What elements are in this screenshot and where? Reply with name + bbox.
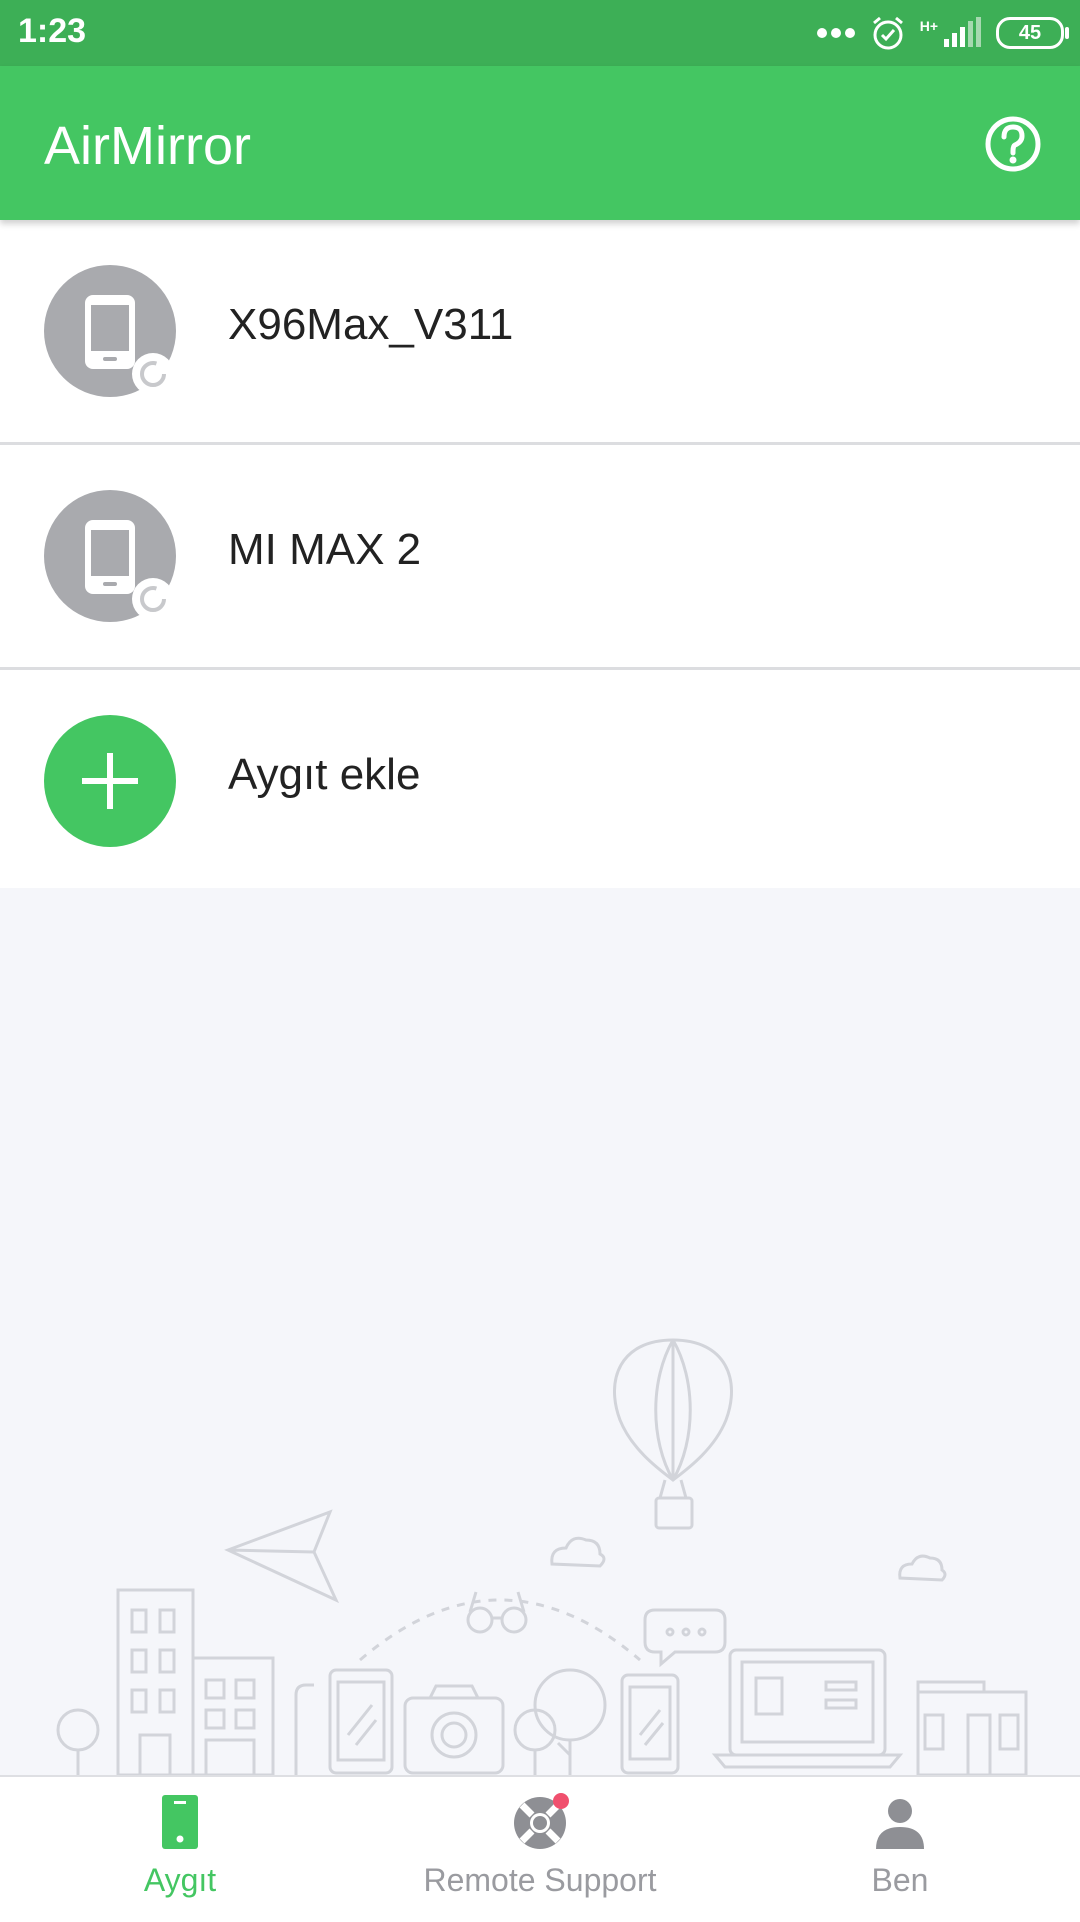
status-time: 1:23 [18,12,87,50]
tab-ben[interactable]: Ben [720,1777,1080,1922]
city-illustration [56,1338,1028,1775]
alarm-clock-icon [872,16,903,50]
person-icon [876,1799,924,1849]
tab-label: Remote Support [423,1862,657,1898]
device-list: X96Max_V311 MI MAX 2 Aygıt ekle [0,220,1080,895]
device-row-mi-max-2[interactable]: MI MAX 2 [0,445,1080,670]
battery-indicator: 45 [996,17,1069,49]
device-row-x96max[interactable]: X96Max_V311 [0,220,1080,445]
device-name: X96Max_V311 [228,300,514,349]
signal-icon [944,17,981,47]
loading-spinner-icon [132,353,174,395]
tab-remote-support[interactable]: Remote Support [360,1777,720,1922]
tab-label: Ben [871,1862,929,1898]
add-device-avatar [44,715,176,847]
app-title: AirMirror [44,116,251,176]
lifebuoy-icon [514,1793,569,1849]
add-device-row[interactable]: Aygıt ekle [0,670,1080,895]
device-avatar [44,490,176,622]
status-bar: 1:23 H+ 45 [0,0,1080,66]
device-name: MI MAX 2 [228,525,422,574]
plus-icon [82,753,138,809]
loading-spinner-icon [132,578,174,620]
tab-aygit[interactable]: Aygıt [0,1777,360,1922]
app-bar: AirMirror [0,66,1080,220]
status-icons: H+ 45 [816,12,1069,54]
add-device-label: Aygıt ekle [228,750,421,799]
help-circle-icon[interactable] [984,115,1042,173]
bottom-navigation: Aygıt Remote Support Ben [0,1775,1080,1922]
phone-icon [162,1795,198,1849]
device-avatar [44,265,176,397]
tab-label: Aygıt [143,1862,217,1898]
notification-badge [553,1793,569,1809]
network-type: H+ [919,18,938,34]
more-dots-icon [816,28,855,38]
